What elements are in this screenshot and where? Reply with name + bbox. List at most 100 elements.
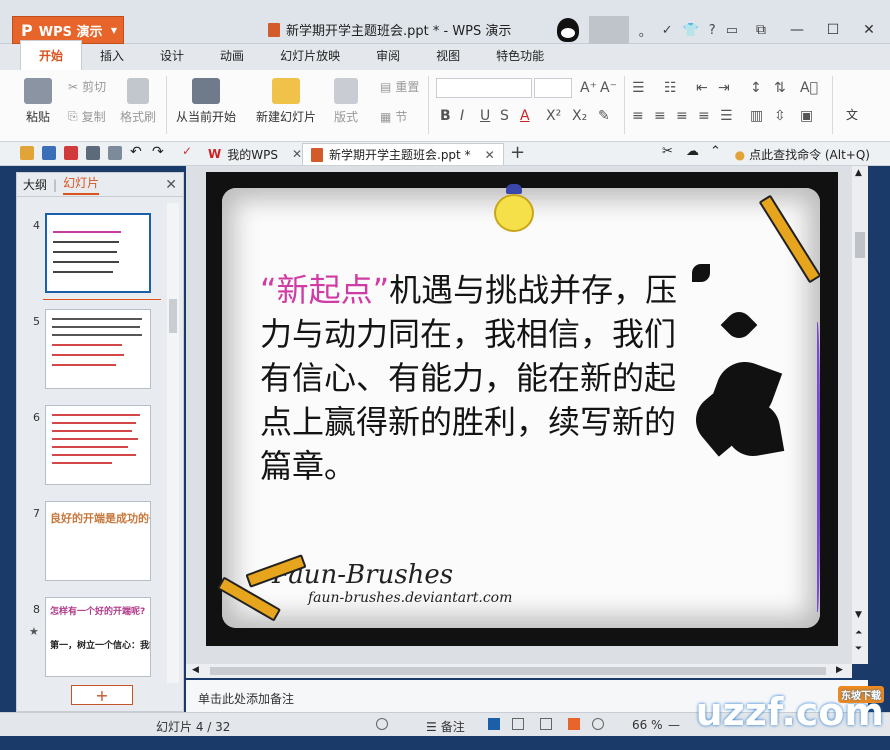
slide-thumbnail-7[interactable]: 良好的开端是成功的一半 bbox=[45, 501, 151, 581]
smart-art-icon[interactable]: ▣ bbox=[800, 108, 813, 124]
tab-design[interactable]: 设计 bbox=[142, 41, 202, 70]
italic-icon[interactable]: I bbox=[460, 108, 464, 124]
align-right-icon[interactable]: ≡ bbox=[676, 108, 688, 124]
slide-sorter-icon[interactable] bbox=[512, 718, 524, 730]
tab-outline[interactable]: 大纲 bbox=[23, 176, 47, 193]
previous-slide-icon[interactable]: ⏶ bbox=[855, 628, 862, 638]
help-icon[interactable]: ? bbox=[709, 23, 716, 38]
tab-slides[interactable]: 幻灯片 bbox=[63, 174, 100, 195]
scroll-right-icon[interactable]: ▶ bbox=[836, 665, 843, 675]
justify-icon[interactable]: ≡ bbox=[698, 108, 710, 124]
copy-button[interactable]: ⎘ 复制 bbox=[68, 108, 106, 125]
text-tools-button[interactable]: 文 bbox=[846, 106, 858, 123]
underline-icon[interactable]: U bbox=[480, 108, 490, 124]
close-icon[interactable]: ✕ bbox=[485, 148, 495, 162]
scrollbar-thumb[interactable] bbox=[169, 299, 177, 333]
format-painter-button[interactable]: 格式刷 bbox=[120, 78, 156, 125]
text-direction-icon[interactable]: ⇅ bbox=[774, 80, 786, 96]
slide-text-box[interactable]: “新起点”机遇与挑战并存，压力与动力同在，我相信，我们有信心、有能力，能在新的起… bbox=[260, 268, 700, 488]
slideshow-icon[interactable] bbox=[568, 718, 580, 730]
tab-document[interactable]: 新学期开学主题班会.ppt * ✕ bbox=[302, 143, 504, 165]
reset-button[interactable]: ▤ 重置 bbox=[380, 78, 419, 95]
superscript-icon[interactable]: X² bbox=[546, 108, 561, 124]
clear-format-icon[interactable]: ✎ bbox=[598, 108, 610, 124]
pdf-export-icon[interactable] bbox=[64, 146, 78, 160]
subscript-icon[interactable]: X₂ bbox=[572, 108, 587, 124]
slide-thumbnail-4[interactable] bbox=[45, 213, 151, 293]
tab-home[interactable]: 开始 bbox=[20, 40, 83, 70]
cloud-icon[interactable]: ☁ bbox=[686, 144, 700, 159]
reading-view-icon[interactable] bbox=[540, 718, 552, 730]
align-center-icon[interactable]: ≡ bbox=[654, 108, 666, 124]
font-name-dropdown[interactable] bbox=[436, 78, 532, 98]
shirt-icon[interactable]: 👕 bbox=[683, 23, 699, 38]
maximize-button[interactable]: ☐ bbox=[820, 19, 846, 41]
new-tab-icon[interactable]: + bbox=[510, 142, 525, 163]
print-icon[interactable] bbox=[86, 146, 100, 160]
save-icon[interactable] bbox=[42, 146, 56, 160]
line-spacing-icon[interactable]: ↕ bbox=[750, 80, 762, 96]
align-left-icon[interactable]: ≡ bbox=[632, 108, 644, 124]
minimize-button[interactable]: — bbox=[784, 19, 810, 41]
tab-insert[interactable]: 插入 bbox=[82, 41, 142, 70]
tools-icon[interactable]: ✂ bbox=[662, 144, 676, 159]
font-size-dropdown[interactable] bbox=[534, 78, 572, 98]
slide-horizontal-scrollbar[interactable]: ◀ ▶ bbox=[186, 664, 852, 678]
ribbon-toggle-icon[interactable]: ⌃ bbox=[710, 144, 724, 159]
text-box-icon[interactable]: A⃞ bbox=[800, 80, 818, 96]
start-from-current-button[interactable]: 从当前开始 bbox=[176, 78, 236, 125]
paste-button[interactable]: 粘贴 bbox=[24, 78, 52, 125]
indent-decrease-icon[interactable]: ⇤ bbox=[696, 80, 708, 96]
close-icon[interactable]: ✕ bbox=[292, 147, 302, 161]
add-slide-button[interactable]: + bbox=[71, 685, 133, 705]
open-folder-icon[interactable] bbox=[20, 146, 34, 160]
normal-view-icon[interactable] bbox=[488, 718, 500, 730]
customize-toolbar-icon[interactable]: ✓ bbox=[182, 144, 196, 158]
scroll-left-icon[interactable]: ◀ bbox=[192, 665, 199, 675]
scroll-up-icon[interactable]: ▲ bbox=[855, 168, 862, 178]
location-icon[interactable] bbox=[592, 718, 604, 730]
font-color-icon[interactable]: A bbox=[520, 108, 530, 124]
vertical-align-icon[interactable]: ⇳ bbox=[774, 108, 786, 124]
scroll-down-icon[interactable]: ▼ bbox=[855, 610, 862, 620]
notes-toggle-button[interactable]: ☰ 备注 bbox=[426, 718, 465, 735]
distribute-icon[interactable]: ☰ bbox=[720, 108, 733, 124]
bullet-list-icon[interactable]: ☰ bbox=[632, 80, 645, 96]
zoom-out-icon[interactable]: — bbox=[668, 718, 680, 732]
tab-view[interactable]: 视图 bbox=[418, 41, 478, 70]
decrease-font-icon[interactable]: A⁻ bbox=[600, 80, 617, 96]
cut-button[interactable]: ✂ 剪切 bbox=[68, 78, 106, 95]
tab-features[interactable]: 特色功能 bbox=[478, 41, 562, 70]
next-slide-icon[interactable]: ⏷ bbox=[855, 644, 862, 654]
tab-my-wps[interactable]: W 我的WPS ✕ bbox=[200, 143, 310, 165]
check-icon[interactable]: ✓ bbox=[662, 23, 673, 38]
slide-thumbnail-8[interactable]: 怎样有一个好的开端呢? 第一，树立一个信心：我能行 bbox=[45, 597, 151, 677]
slide-vertical-scrollbar[interactable]: ▲ ▼ ⏶ ⏷ bbox=[852, 166, 868, 664]
tab-animation[interactable]: 动画 bbox=[202, 41, 262, 70]
numbered-list-icon[interactable]: ☷ bbox=[664, 80, 677, 96]
bold-icon[interactable]: B bbox=[440, 108, 451, 124]
slide-thumbnail-5[interactable] bbox=[45, 309, 151, 389]
increase-font-icon[interactable]: A⁺ bbox=[580, 80, 597, 96]
current-slide[interactable]: “新起点”机遇与挑战并存，压力与动力同在，我相信，我们有信心、有能力，能在新的起… bbox=[206, 172, 838, 646]
history-icon[interactable] bbox=[376, 718, 388, 730]
new-slide-button[interactable]: 新建幻灯片 bbox=[256, 78, 316, 125]
indent-increase-icon[interactable]: ⇥ bbox=[718, 80, 730, 96]
scrollbar-thumb[interactable] bbox=[210, 667, 826, 675]
redo-icon[interactable]: ↷ bbox=[152, 144, 166, 160]
minimize-ribbon-icon[interactable]: ▭ bbox=[726, 23, 738, 38]
section-button[interactable]: ▦ 节 bbox=[380, 108, 407, 125]
account-area[interactable] bbox=[588, 16, 629, 44]
close-button[interactable]: ✕ bbox=[856, 19, 882, 41]
strikethrough-icon[interactable]: S bbox=[500, 108, 509, 124]
columns-icon[interactable]: ▥ bbox=[750, 108, 763, 124]
print-preview-icon[interactable] bbox=[108, 146, 122, 160]
undo-icon[interactable]: ↶ bbox=[130, 144, 144, 160]
qq-avatar-icon[interactable] bbox=[556, 18, 579, 42]
thumbnail-scrollbar[interactable] bbox=[167, 203, 179, 683]
tab-review[interactable]: 审阅 bbox=[358, 41, 418, 70]
command-search[interactable]: ● 点此查找命令 (Alt+Q) bbox=[735, 146, 870, 163]
slide-thumbnail-6[interactable] bbox=[45, 405, 151, 485]
layout-button[interactable]: 版式 bbox=[334, 78, 358, 125]
restore-icon[interactable]: ⧉ bbox=[748, 19, 774, 41]
